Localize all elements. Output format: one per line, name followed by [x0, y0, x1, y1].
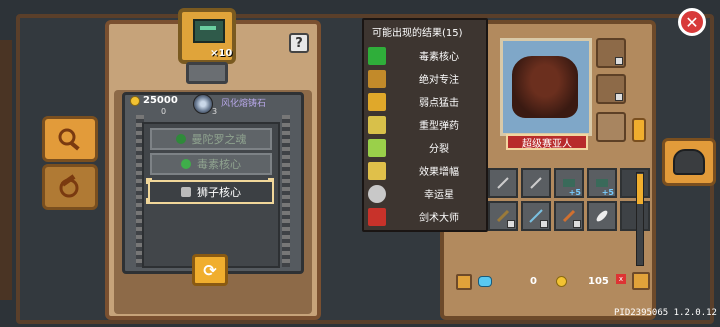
hourglass-icon	[368, 69, 386, 88]
result-item: 绝对专注	[368, 67, 482, 90]
bow-icon	[530, 177, 542, 189]
toxin-gem-icon	[181, 159, 191, 169]
gem-amount: 0	[530, 276, 537, 287]
reforge-tab[interactable]	[42, 164, 98, 210]
equip-slot[interactable]	[596, 74, 626, 104]
result-label: 幸运星	[424, 190, 454, 201]
popup-title: 可能出现的结果(15)	[372, 28, 463, 39]
option-label: 毒素核心	[197, 158, 241, 171]
result-item: 重型弹药	[368, 113, 482, 136]
result-item: 幸运星	[368, 182, 482, 205]
stone-name: 风化熔铸石	[221, 99, 267, 109]
coin-sub-amount: 0	[161, 107, 167, 116]
hero-name: 超级赛亚人	[506, 134, 588, 150]
results-list: 毒素核心 绝对专注 弱点猛击 重型弹药 分裂 效果增幅 幸运星 剑术大师	[368, 44, 482, 228]
result-item: 毒素核心	[368, 44, 482, 67]
forge-tab[interactable]	[42, 116, 98, 162]
selection-corner	[268, 178, 274, 184]
lucky-star-icon	[368, 184, 386, 203]
lock-filter-icon[interactable]	[456, 274, 472, 290]
axe-icon	[562, 209, 576, 223]
inventory-cell[interactable]	[488, 201, 518, 231]
inventory-cell-empty[interactable]	[620, 168, 650, 198]
hero-portrait	[512, 56, 578, 118]
plus-level: +5	[568, 188, 581, 197]
result-label: 分裂	[429, 144, 449, 155]
coin-amount: 105	[588, 276, 609, 287]
result-item: 剑术大师	[368, 205, 482, 228]
helmet-icon	[673, 149, 705, 175]
selection-corner	[146, 178, 152, 184]
result-item: 分裂	[368, 136, 482, 159]
equip-slot[interactable]	[596, 38, 626, 68]
coin-icon	[130, 96, 140, 106]
result-label: 绝对专注	[419, 75, 459, 86]
bullet-icon	[368, 115, 386, 134]
result-label: 弱点猛击	[419, 98, 459, 109]
equipment-tab[interactable]	[662, 138, 716, 186]
result-label: 剑术大师	[419, 213, 459, 224]
panel-toggle-handle[interactable]	[632, 118, 646, 142]
equip-slot-empty[interactable]	[596, 112, 626, 142]
option-toxin-core[interactable]: 毒素核心	[150, 153, 272, 175]
result-label: 毒素核心	[419, 52, 459, 63]
rune-slot[interactable]: ×10	[176, 6, 238, 84]
rune-count: ×10	[210, 48, 233, 59]
inventory-scroll-thumb[interactable]	[637, 174, 643, 204]
hammer-icon	[59, 174, 79, 198]
result-item: 弱点猛击	[368, 90, 482, 113]
coin-counter: 25000	[130, 96, 178, 106]
stone-icon	[193, 94, 213, 114]
amplify-icon	[368, 161, 386, 180]
sword-strike-icon	[368, 92, 386, 111]
result-item: 效果增幅	[368, 159, 482, 182]
inventory-cell[interactable]	[521, 201, 551, 231]
plus-level: +5	[601, 188, 614, 197]
option-lion-core[interactable]: 狮子核心	[148, 180, 274, 204]
toxin-core-icon	[368, 46, 386, 65]
gem-icon	[478, 276, 492, 287]
search-hammer-icon	[58, 128, 80, 151]
lion-gem-icon	[181, 187, 191, 197]
spear-icon	[529, 209, 543, 223]
inventory-cell[interactable]: +5	[587, 168, 617, 198]
selection-corner	[146, 198, 152, 204]
inventory-cell[interactable]	[521, 168, 551, 198]
refresh-button[interactable]: ⟳	[192, 254, 228, 286]
inventory-grid: +5 +5	[488, 168, 650, 231]
coin-icon	[556, 276, 567, 287]
mandala-gem-icon	[175, 134, 186, 144]
option-label: 狮子核心	[197, 186, 241, 199]
expand-button[interactable]	[632, 272, 650, 290]
selection-corner	[268, 198, 274, 204]
swordmaster-icon	[368, 207, 386, 226]
chain-right	[282, 115, 290, 267]
rune-box: ×10	[178, 8, 236, 64]
inventory-cell[interactable]: +5	[554, 168, 584, 198]
inventory-cell-empty[interactable]	[620, 201, 650, 231]
help-button[interactable]: ?	[289, 33, 309, 53]
version-label: PID2395065 1.2.0.12	[614, 308, 717, 318]
left-wall	[0, 40, 12, 300]
inventory-cell[interactable]	[554, 201, 584, 231]
bow-icon	[496, 209, 510, 223]
rune-icon	[193, 19, 225, 43]
result-label: 效果增幅	[419, 167, 459, 178]
stone-count: 3	[212, 107, 218, 116]
option-mandala-soul[interactable]: 曼陀罗之魂	[150, 128, 272, 150]
rune-pedestal	[186, 62, 228, 84]
option-label: 曼陀罗之魂	[191, 133, 247, 146]
close-button[interactable]: ✕	[678, 8, 706, 36]
sell-x-icon[interactable]: x	[616, 274, 626, 284]
result-label: 重型弹药	[419, 121, 459, 132]
inventory-cell[interactable]	[488, 168, 518, 198]
inventory-cell[interactable]	[587, 201, 617, 231]
split-arrows-icon	[368, 138, 386, 157]
bow-icon	[497, 177, 509, 189]
coin-amount: 25000	[143, 95, 178, 106]
feather-icon	[596, 210, 608, 222]
